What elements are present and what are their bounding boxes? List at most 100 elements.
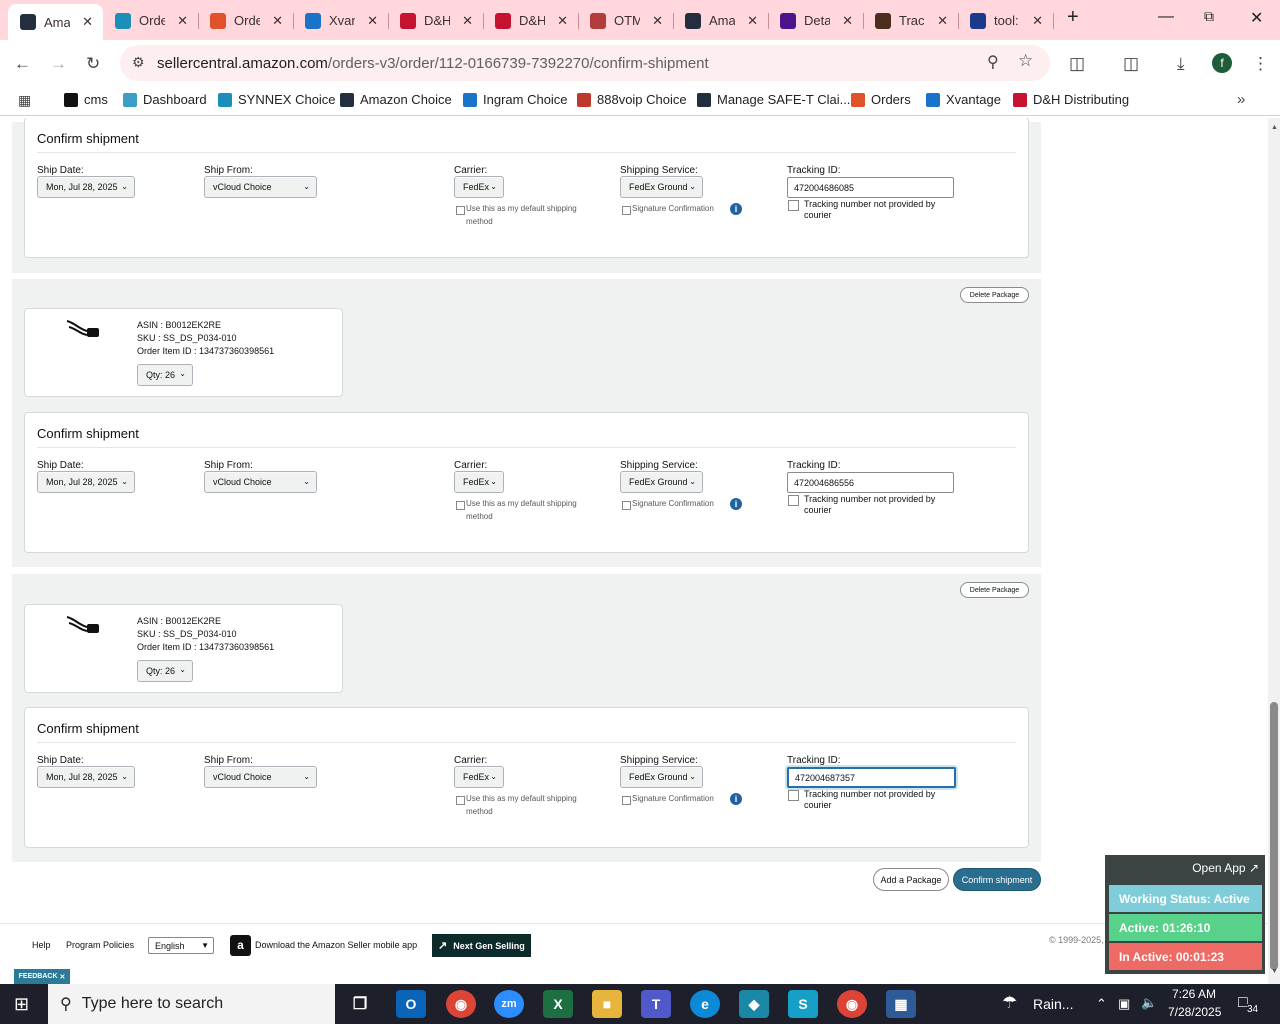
bookmark-item[interactable]: D&H Distributing [1013, 92, 1129, 107]
not-provided-checkbox[interactable] [788, 790, 799, 801]
close-tab-icon[interactable]: ✕ [272, 13, 283, 29]
tray-chevron-icon[interactable]: ⌃ [1096, 996, 1107, 1012]
carrier-select[interactable]: FedEx ⌄ [454, 471, 504, 493]
extensions-icon[interactable]: ◫ [1069, 54, 1085, 74]
close-window-icon[interactable]: ✕ [1250, 8, 1263, 28]
ship-from-select[interactable]: vCloud Choice ⌄ [204, 471, 317, 493]
browser-tab[interactable]: Ama ✕ [673, 4, 769, 37]
next-gen-selling-button[interactable]: ↗ Next Gen Selling [432, 934, 531, 957]
file-explorer-icon[interactable]: ■ [592, 990, 622, 1018]
restore-icon[interactable]: ⧉ [1204, 8, 1214, 25]
close-tab-icon[interactable]: ✕ [82, 14, 93, 30]
close-tab-icon[interactable]: ✕ [747, 13, 758, 29]
bookmark-item[interactable]: Manage SAFE-T Clai... [697, 92, 850, 107]
close-tab-icon[interactable]: ✕ [367, 13, 378, 29]
info-icon[interactable]: i [730, 203, 742, 215]
shipping-service-select[interactable]: FedEx Ground ⌄ [620, 176, 703, 198]
tracking-id-input[interactable]: 472004686556 [787, 472, 954, 493]
ship-date-select[interactable]: Mon, Jul 28, 2025 ⌄ [37, 176, 135, 198]
ship-from-select[interactable]: vCloud Choice ⌄ [204, 176, 317, 198]
bookmark-item[interactable]: Orders [851, 92, 911, 107]
shipping-service-select[interactable]: FedEx Ground ⌄ [620, 766, 703, 788]
close-tab-icon[interactable]: ✕ [842, 13, 853, 29]
site-info-icon[interactable]: ⚙ [132, 54, 145, 71]
excel-icon[interactable]: X [543, 990, 573, 1018]
feedback-button[interactable]: FEEDBACK ✕ [14, 969, 70, 984]
bookmark-item[interactable]: Ingram Choice [463, 92, 568, 107]
reload-icon[interactable]: ↻ [86, 54, 100, 74]
task-view-icon[interactable]: ❐ [345, 990, 375, 1018]
close-tab-icon[interactable]: ✕ [462, 13, 473, 29]
browser-tab[interactable]: Ama ✕ [8, 4, 103, 40]
help-link[interactable]: Help [32, 940, 51, 950]
ship-date-select[interactable]: Mon, Jul 28, 2025 ⌄ [37, 766, 135, 788]
apps-grid-icon[interactable]: ▦ [18, 92, 31, 109]
weather-text[interactable]: Rain... [1033, 996, 1073, 1012]
script-app-icon[interactable]: S [788, 990, 818, 1018]
browser-tab[interactable]: tool: ✕ [958, 4, 1054, 37]
carrier-select[interactable]: FedEx ⌄ [454, 176, 504, 198]
bookmark-item[interactable]: Dashboard [123, 92, 207, 107]
close-tab-icon[interactable]: ✕ [557, 13, 568, 29]
bookmark-star-icon[interactable]: ☆ [1018, 51, 1033, 71]
ship-from-select[interactable]: vCloud Choice ⌄ [204, 766, 317, 788]
download-icon[interactable]: ⤓ [1177, 54, 1185, 74]
close-tab-icon[interactable]: ✕ [177, 13, 188, 29]
close-tab-icon[interactable]: ✕ [652, 13, 663, 29]
add-package-button[interactable]: Add a Package [873, 868, 949, 891]
clock-date[interactable]: 7/28/2025 [1168, 1005, 1221, 1019]
default-method-checkbox[interactable] [456, 501, 465, 510]
browser-tab[interactable]: Orde ✕ [103, 4, 199, 37]
profile-avatar[interactable]: f [1212, 53, 1232, 73]
bookmark-item[interactable]: cms [64, 92, 108, 107]
default-method-checkbox[interactable] [456, 796, 465, 805]
delete-package-button[interactable]: Delete Package [960, 582, 1029, 598]
browser-tab[interactable]: D&H ✕ [388, 4, 484, 37]
default-method-checkbox[interactable] [456, 206, 465, 215]
menu-dots-icon[interactable]: ⋮ [1252, 54, 1269, 74]
not-provided-checkbox[interactable] [788, 200, 799, 211]
taskbar-search[interactable]: ⚲ Type here to search [48, 984, 335, 1024]
download-app-link[interactable]: Download the Amazon Seller mobile app [255, 940, 417, 950]
volume-icon[interactable]: 🔈 [1141, 995, 1157, 1011]
shipping-service-select[interactable]: FedEx Ground ⌄ [620, 471, 703, 493]
address-bar[interactable]: ⚙ sellercentral.amazon.com/orders-v3/ord… [120, 45, 1050, 81]
windows-start-icon[interactable]: ⊞ [14, 994, 29, 1015]
browser-tab[interactable]: Orde ✕ [198, 4, 294, 37]
tracking-id-input[interactable]: 472004687357 [787, 767, 956, 788]
more-bookmarks-icon[interactable]: » [1237, 91, 1245, 108]
program-policies-link[interactable]: Program Policies [66, 940, 134, 950]
chrome-icon[interactable]: ◉ [446, 990, 476, 1018]
new-tab-icon[interactable]: + [1067, 6, 1079, 29]
browser-tab[interactable]: Tracl ✕ [863, 4, 959, 37]
browser-tab[interactable]: Deta ✕ [768, 4, 864, 37]
forward-icon[interactable]: → [50, 54, 67, 74]
page-scrollbar[interactable]: ▲ ▼ [1268, 118, 1280, 984]
browser-tab[interactable]: OTM ✕ [578, 4, 674, 37]
info-icon[interactable]: i [730, 498, 742, 510]
calculator-icon[interactable]: ▦ [886, 990, 916, 1018]
signature-checkbox[interactable] [622, 501, 631, 510]
open-app-link[interactable]: Open App ↗ [1192, 861, 1259, 875]
scrollbar-thumb[interactable] [1270, 702, 1278, 970]
network-icon[interactable]: ▣ [1118, 996, 1130, 1012]
carrier-select[interactable]: FedEx ⌄ [454, 766, 504, 788]
close-tab-icon[interactable]: ✕ [1032, 13, 1043, 29]
clock-time[interactable]: 7:26 AM [1172, 987, 1216, 1001]
bookmark-item[interactable]: Amazon Choice [340, 92, 452, 107]
bookmark-item[interactable]: SYNNEX Choice [218, 92, 336, 107]
scroll-down-icon[interactable]: ▼ [1271, 968, 1278, 975]
app-icon[interactable]: ◆ [739, 990, 769, 1018]
close-tab-icon[interactable]: ✕ [937, 13, 948, 29]
signature-checkbox[interactable] [622, 796, 631, 805]
browser-tab[interactable]: D&H ✕ [483, 4, 579, 37]
signature-checkbox[interactable] [622, 206, 631, 215]
chrome-profile-icon[interactable]: ◉ [837, 990, 867, 1018]
quantity-select[interactable]: Qty: 26 ⌄ [137, 660, 193, 682]
zoom-app-icon[interactable]: zm [494, 990, 524, 1018]
zoom-icon[interactable]: ⚲ [987, 52, 999, 72]
bookmark-item[interactable]: Xvantage [926, 92, 1001, 107]
language-select[interactable]: English ▼ [148, 937, 214, 954]
delete-package-button[interactable]: Delete Package [960, 287, 1029, 303]
not-provided-checkbox[interactable] [788, 495, 799, 506]
